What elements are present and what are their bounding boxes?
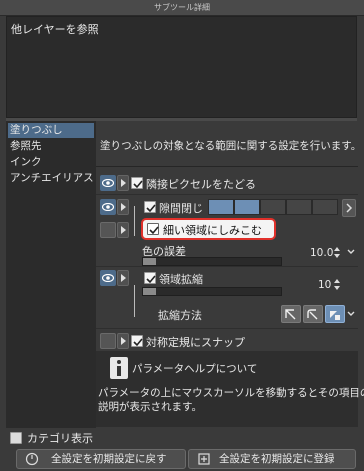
expand-arrow-icon[interactable] (117, 222, 129, 238)
adjacent-pixels-checkbox[interactable] (131, 177, 143, 189)
reset-all-settings-button[interactable]: 全設定を初期設定に戻す (16, 449, 186, 469)
color-margin-value[interactable]: 10.0 (310, 247, 333, 259)
scale-mode-round-icon[interactable] (303, 305, 323, 323)
category-item-ink[interactable]: インク (8, 155, 94, 170)
category-item-fill[interactable]: 塗りつぶし (8, 123, 94, 138)
divider (96, 194, 358, 195)
help-body-line2: 説明が表示されます。 (98, 401, 202, 413)
spin-arrows-icon[interactable] (333, 279, 341, 291)
gap-close-checkbox[interactable] (144, 201, 156, 213)
preview-title: 他レイヤーを参照 (11, 23, 99, 36)
expand-arrow-icon[interactable] (117, 199, 129, 215)
empty-toggle[interactable] (100, 222, 116, 238)
spin-arrows-icon[interactable] (333, 247, 341, 259)
eye-icon[interactable] (100, 270, 116, 286)
help-title: パラメータヘルプについて (132, 363, 258, 375)
expand-arrow-icon[interactable] (117, 175, 129, 191)
tree-line (134, 285, 135, 317)
gap-level-2[interactable] (234, 199, 260, 215)
empty-toggle[interactable] (100, 333, 116, 349)
adjacent-pixels-label: 隣接ピクセルをたどる (146, 178, 256, 191)
gap-level-3[interactable] (260, 199, 286, 215)
scale-method-label: 拡縮方法 (158, 309, 202, 322)
gap-level-4[interactable] (286, 199, 312, 215)
register-all-settings-label: 全設定を初期設定に登録 (219, 453, 335, 465)
divider (96, 328, 358, 329)
chevron-right-icon[interactable] (342, 199, 356, 217)
scale-mode-darkest-icon[interactable] (325, 305, 345, 323)
area-scale-slider[interactable] (142, 287, 282, 296)
register-icon (198, 453, 210, 465)
divider (96, 166, 358, 167)
color-margin-slider[interactable] (142, 257, 282, 266)
category-display-label: カテゴリ表示 (27, 432, 93, 445)
area-scale-label: 領域拡縮 (159, 273, 203, 286)
preview-panel: 他レイヤーを参照 (6, 16, 357, 118)
expand-arrow-icon[interactable] (117, 333, 129, 349)
parameter-help-panel: パラメータヘルプについて パラメータの上にマウスカーソルを移動するとその項目の … (96, 351, 364, 427)
category-item-reference[interactable]: 参照先 (8, 139, 94, 154)
gap-close-label: 隙間閉じ (159, 202, 203, 215)
symmetry-snap-label: 対称定規にスナップ (146, 336, 245, 349)
expand-arrow-icon[interactable] (117, 270, 129, 286)
gap-level-1[interactable] (208, 199, 234, 215)
color-margin-fill (143, 258, 156, 265)
divider (96, 266, 358, 267)
reset-all-settings-label: 全設定を初期設定に戻す (51, 453, 167, 465)
fine-area-checkbox[interactable] (147, 223, 159, 235)
category-display-checkbox[interactable] (10, 432, 22, 444)
reset-icon (25, 452, 39, 466)
chevron-down-icon[interactable] (346, 305, 356, 323)
chevron-down-icon[interactable] (346, 243, 356, 261)
symmetry-snap-checkbox[interactable] (131, 335, 143, 347)
category-description: 塗りつぶしの対象となる範囲に関する設定を行います。 (100, 140, 362, 152)
fine-area-label: 細い領域にしみこむ (163, 224, 262, 237)
category-item-antialias[interactable]: アンチエイリアス (8, 171, 94, 186)
category-list: 塗りつぶし 参照先 インク アンチエイリアス (6, 121, 96, 428)
area-scale-fill (143, 288, 156, 295)
gap-level-5[interactable] (312, 199, 338, 215)
area-scale-checkbox[interactable] (144, 272, 156, 284)
register-all-settings-button[interactable]: 全設定を初期設定に登録 (188, 449, 356, 469)
scale-mode-sharp-icon[interactable] (281, 305, 301, 323)
eye-icon[interactable] (100, 175, 116, 191)
tree-line (134, 206, 135, 236)
help-body-line1: パラメータの上にマウスカーソルを移動するとその項目の (98, 387, 364, 399)
info-icon (110, 357, 128, 379)
eye-icon[interactable] (100, 199, 116, 215)
area-scale-value[interactable]: 10 (318, 279, 331, 291)
window-title: サブツール詳細 (0, 0, 364, 16)
